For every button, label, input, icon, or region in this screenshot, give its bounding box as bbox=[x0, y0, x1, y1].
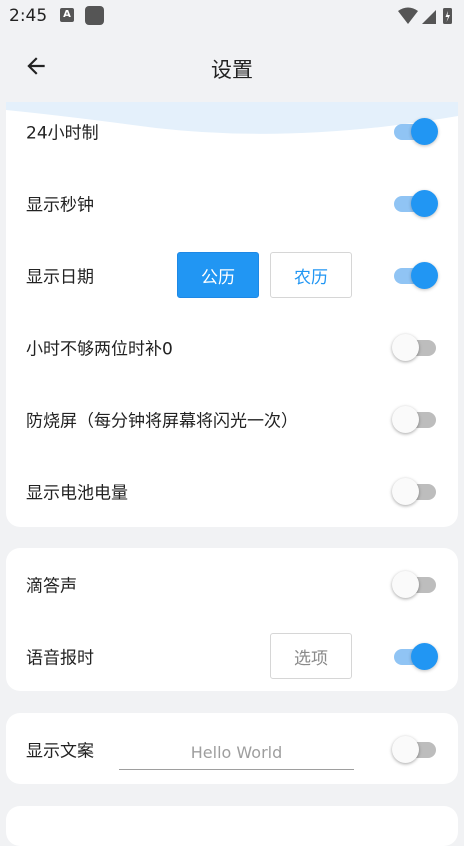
toggle-burn-in[interactable] bbox=[392, 404, 438, 434]
settings-card-sound: 滴答声 语音报时 选项 bbox=[6, 548, 458, 691]
custom-text-input[interactable] bbox=[119, 735, 354, 770]
calendar-lunar-button[interactable]: 农历 bbox=[270, 252, 352, 298]
setting-row-24h: 24小时制 bbox=[6, 102, 458, 167]
toggle-show-seconds[interactable] bbox=[392, 188, 438, 218]
toggle-24h[interactable] bbox=[392, 116, 438, 146]
settings-card-text: 显示文案 bbox=[6, 713, 458, 784]
status-bar: 2:45 A bbox=[0, 0, 464, 32]
notification-square-icon bbox=[85, 6, 104, 25]
toggle-pad-zero[interactable] bbox=[392, 332, 438, 362]
setting-row-show-date: 显示日期 公历 农历 bbox=[6, 239, 458, 311]
setting-row-pad-zero: 小时不够两位时补0 bbox=[6, 311, 458, 383]
setting-label: 显示电池电量 bbox=[26, 483, 128, 504]
setting-label: 显示文案 bbox=[26, 741, 94, 761]
page-title: 设置 bbox=[211, 58, 253, 82]
app-bar: 设置 bbox=[0, 32, 464, 102]
toggle-tick[interactable] bbox=[392, 569, 438, 599]
calendar-gregorian-button[interactable]: 公历 bbox=[177, 252, 259, 298]
wifi-icon bbox=[398, 7, 418, 24]
voice-options-button[interactable]: 选项 bbox=[270, 633, 352, 679]
setting-row-battery: 显示电池电量 bbox=[6, 455, 458, 527]
toggle-battery[interactable] bbox=[392, 476, 438, 506]
toggle-voice[interactable] bbox=[392, 641, 438, 671]
setting-row-tick: 滴答声 bbox=[6, 548, 458, 620]
setting-label: 24小时制 bbox=[26, 123, 99, 144]
notification-app-icon: A bbox=[60, 8, 74, 22]
setting-row-text: 显示文案 bbox=[6, 713, 458, 784]
setting-label: 防烧屏（每分钟将屏幕将闪光一次） bbox=[26, 411, 298, 432]
settings-card-more bbox=[6, 806, 458, 846]
setting-row-show-seconds: 显示秒钟 bbox=[6, 167, 458, 239]
toggle-show-date[interactable] bbox=[392, 260, 438, 290]
setting-label: 显示日期 bbox=[26, 267, 94, 288]
setting-label: 语音报时 bbox=[26, 648, 94, 669]
status-time: 2:45 bbox=[9, 6, 48, 26]
toggle-custom-text[interactable] bbox=[392, 734, 438, 764]
settings-card-display: 24小时制 显示秒钟 显示日期 公历 农历 小时不够两位时补0 防烧屏（每分钟将… bbox=[6, 102, 458, 527]
setting-label: 滴答声 bbox=[26, 576, 77, 597]
setting-label: 显示秒钟 bbox=[26, 195, 94, 216]
setting-row-voice: 语音报时 选项 bbox=[6, 620, 458, 691]
signal-icon bbox=[422, 10, 436, 24]
setting-row-burn-in: 防烧屏（每分钟将屏幕将闪光一次） bbox=[6, 383, 458, 455]
setting-label: 小时不够两位时补0 bbox=[26, 339, 173, 360]
status-icons bbox=[398, 7, 452, 24]
